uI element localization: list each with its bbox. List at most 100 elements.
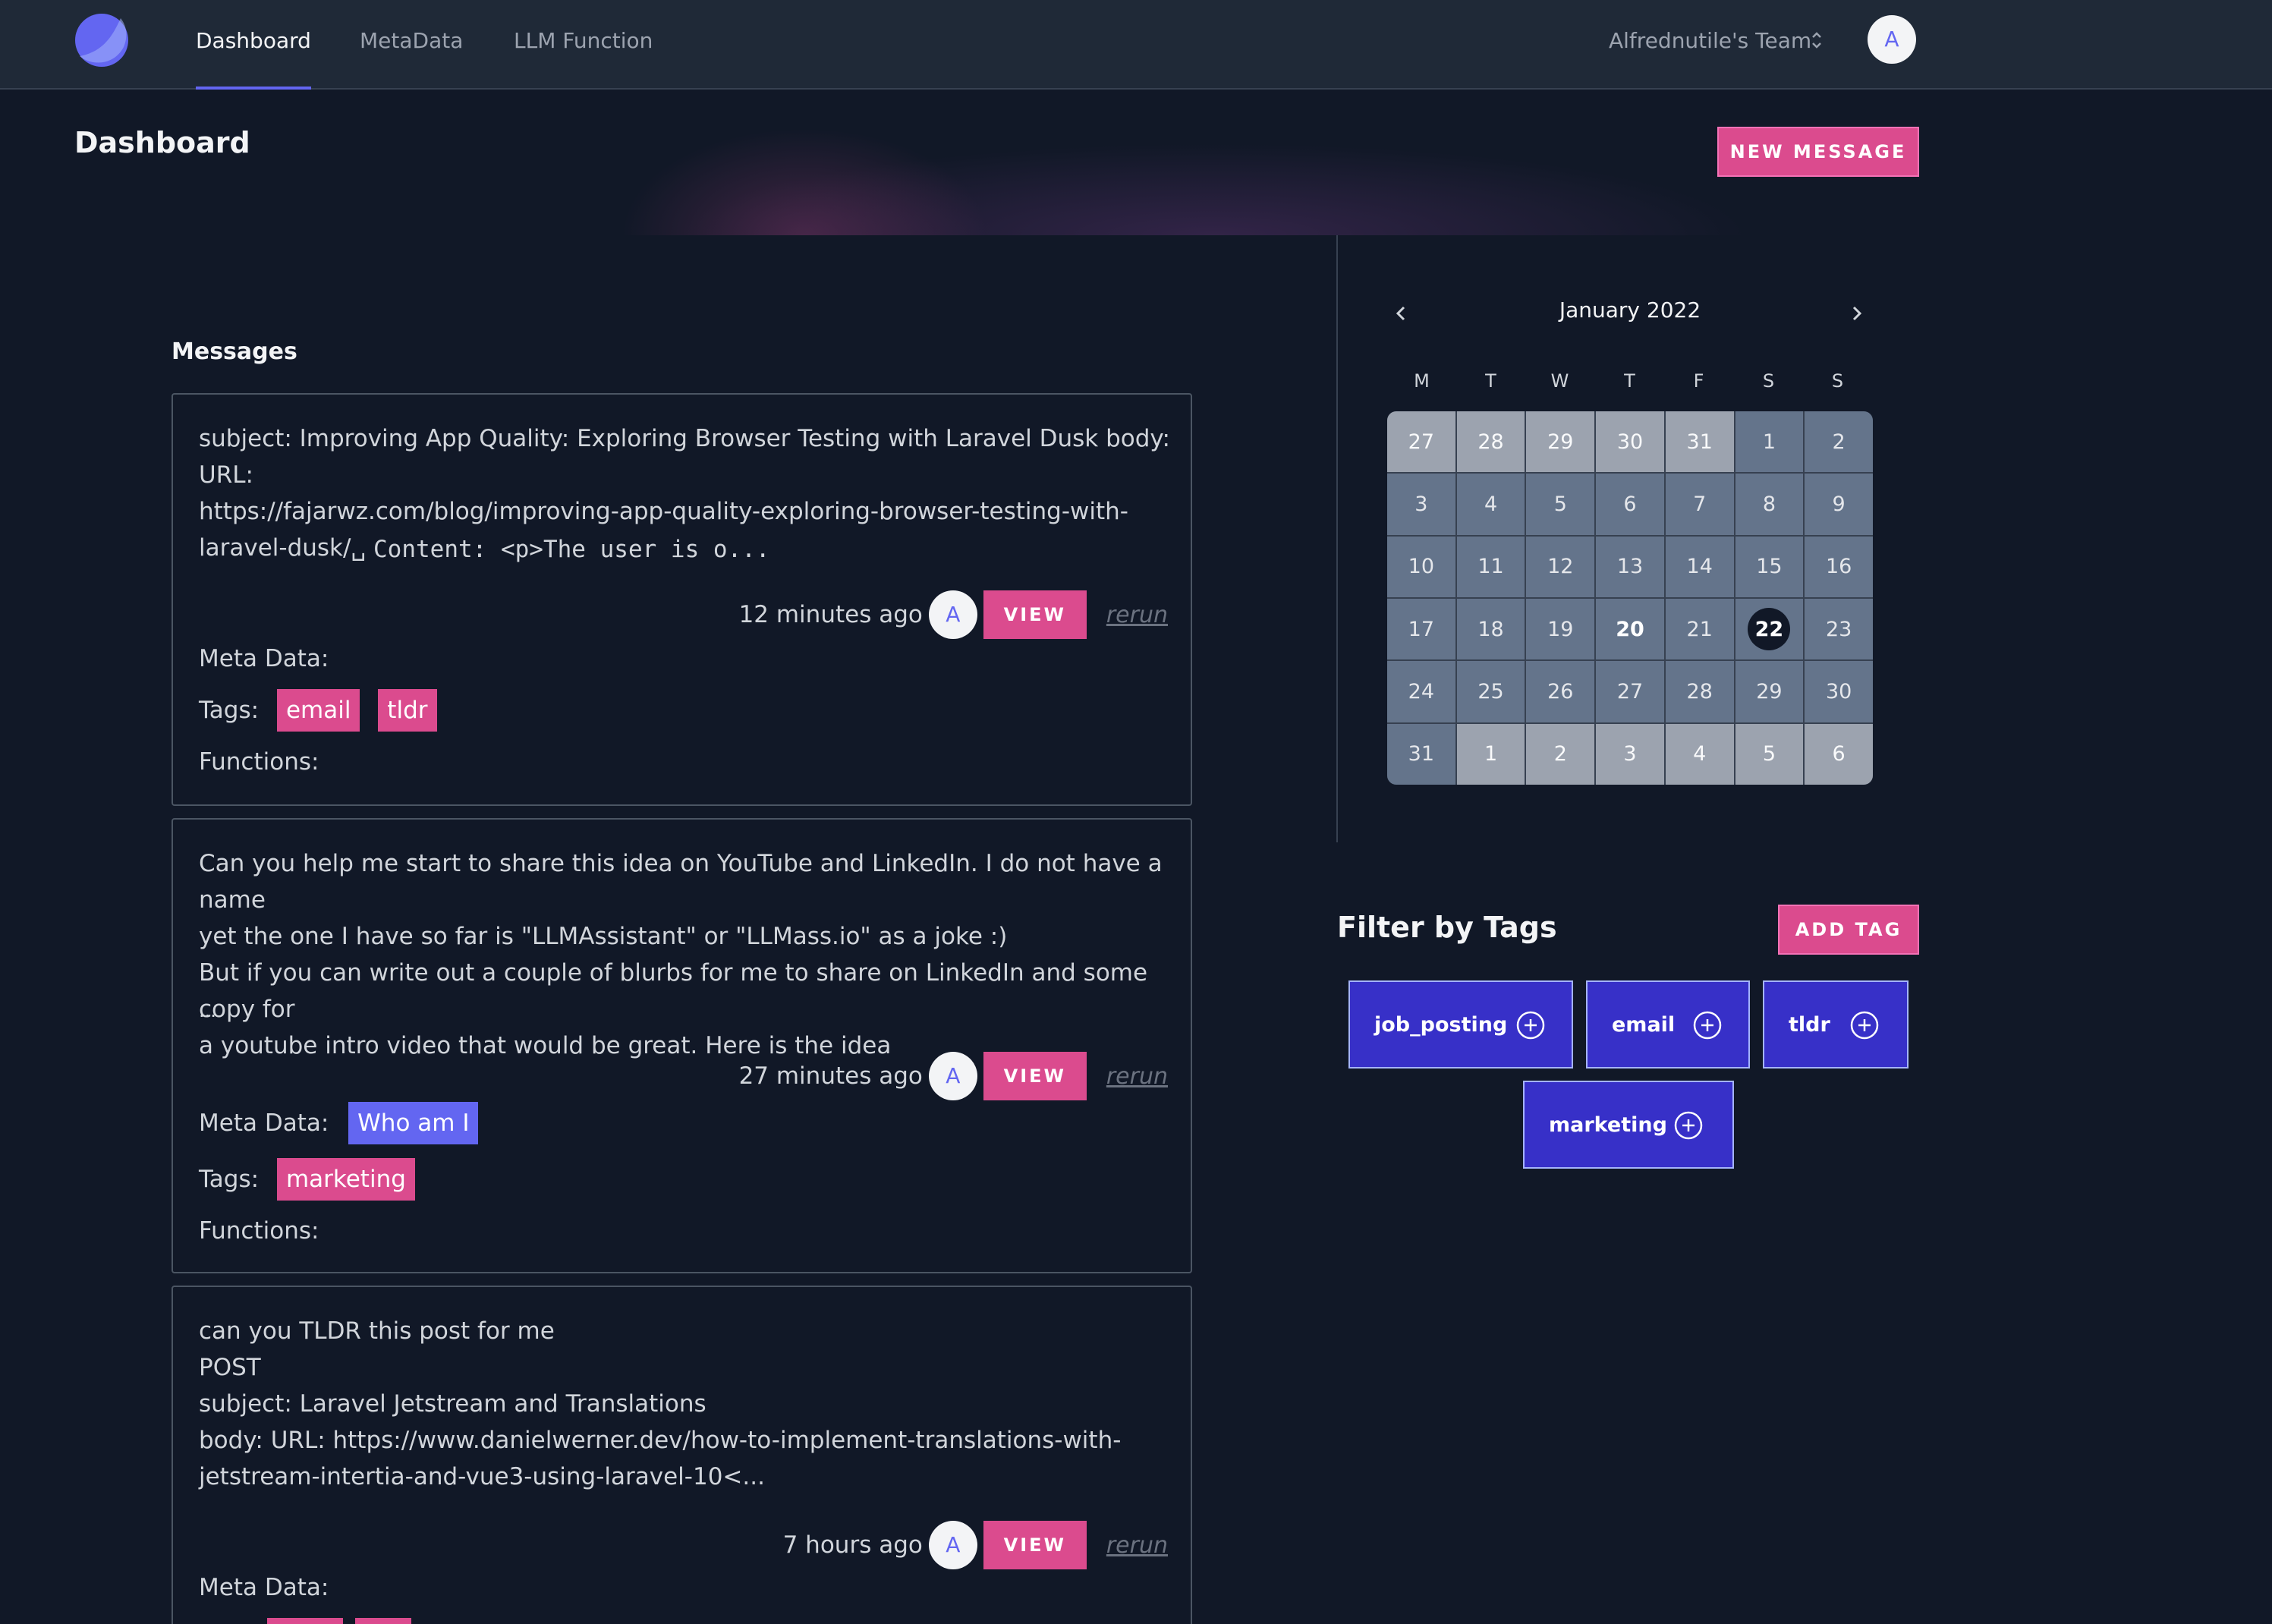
- filter-tag-job-posting[interactable]: job_posting: [1348, 980, 1573, 1069]
- tag-chip[interactable]: [355, 1618, 411, 1624]
- filter-tag-label: email: [1612, 1012, 1676, 1037]
- column-divider: [1336, 235, 1338, 842]
- calendar-day[interactable]: 17: [1387, 599, 1455, 660]
- tag-chip[interactable]: [267, 1618, 343, 1624]
- calendar-day[interactable]: 18: [1456, 599, 1525, 660]
- calendar-day[interactable]: 27: [1596, 661, 1664, 722]
- rerun-link[interactable]: rerun: [1106, 1532, 1168, 1559]
- calendar-day[interactable]: 16: [1805, 536, 1873, 597]
- calendar-day[interactable]: 20: [1596, 599, 1664, 660]
- avatar: A: [928, 1521, 977, 1569]
- calendar-day[interactable]: 1: [1735, 411, 1804, 473]
- plus-circle-icon[interactable]: [1849, 1010, 1880, 1040]
- calendar-day[interactable]: 11: [1456, 536, 1525, 597]
- rerun-link[interactable]: rerun: [1106, 1063, 1168, 1090]
- meta-data-label: Meta Data:: [199, 1574, 329, 1601]
- filter-tag-email[interactable]: email: [1586, 980, 1750, 1069]
- message-card: Can you help me start to share this idea…: [172, 818, 1192, 1273]
- day-of-week-label: S: [1831, 370, 1844, 392]
- calendar-day[interactable]: 23: [1805, 599, 1873, 660]
- calendar-day[interactable]: 4: [1456, 474, 1525, 535]
- calendar-day[interactable]: 26: [1526, 661, 1595, 722]
- plus-circle-icon[interactable]: [1515, 1010, 1546, 1040]
- calendar-day[interactable]: 15: [1735, 536, 1804, 597]
- filter-tag-marketing[interactable]: marketing: [1523, 1081, 1734, 1169]
- calendar-day[interactable]: 27: [1387, 411, 1455, 473]
- day-of-week-label: T: [1624, 370, 1635, 392]
- calendar-day[interactable]: 13: [1596, 536, 1664, 597]
- message-time: 27 minutes ago: [738, 1062, 923, 1090]
- calendar-day[interactable]: 2: [1805, 411, 1873, 473]
- functions-label: Functions:: [199, 748, 319, 776]
- view-button[interactable]: VIEW: [983, 590, 1087, 639]
- calendar-day[interactable]: 2: [1526, 723, 1595, 785]
- calendar-day[interactable]: 31: [1387, 723, 1455, 785]
- nav-metadata[interactable]: MetaData: [360, 0, 463, 90]
- calendar-day[interactable]: 6: [1805, 723, 1873, 785]
- calendar-day[interactable]: 24: [1387, 661, 1455, 722]
- chevron-left-icon[interactable]: [1390, 302, 1413, 325]
- app-logo-icon[interactable]: [74, 12, 130, 68]
- tag-chip-tldr[interactable]: tldr: [378, 689, 437, 732]
- meta-data-label: Meta Data:: [199, 1109, 329, 1137]
- tag-chip-email[interactable]: email: [276, 689, 360, 732]
- calendar-day[interactable]: 25: [1456, 661, 1525, 722]
- calendar-day[interactable]: 30: [1596, 411, 1664, 473]
- view-button[interactable]: VIEW: [983, 1521, 1087, 1569]
- calendar-day[interactable]: 3: [1387, 474, 1455, 535]
- day-of-week-label: T: [1485, 370, 1496, 392]
- calendar-day[interactable]: 19: [1526, 599, 1595, 660]
- calendar-day[interactable]: 28: [1456, 411, 1525, 473]
- message-card: can you TLDR this post for me POST subje…: [172, 1286, 1192, 1624]
- day-of-week-label: W: [1550, 370, 1569, 392]
- day-of-week-label: F: [1693, 370, 1704, 392]
- user-avatar[interactable]: A: [1868, 15, 1916, 64]
- calendar-day[interactable]: 9: [1805, 474, 1873, 535]
- top-navigation: Dashboard MetaData LLM Function Alfrednu…: [0, 0, 2272, 90]
- calendar-day[interactable]: 22: [1735, 599, 1804, 660]
- nav-llm-function[interactable]: LLM Function: [514, 0, 653, 90]
- calendar-day[interactable]: 31: [1665, 411, 1734, 473]
- page-title: Dashboard: [74, 126, 250, 159]
- plus-circle-icon[interactable]: [1692, 1010, 1723, 1040]
- day-of-week-label: M: [1414, 370, 1430, 392]
- calendar-day[interactable]: 3: [1596, 723, 1664, 785]
- calendar-day[interactable]: 5: [1735, 723, 1804, 785]
- calendar-selected-day[interactable]: 22: [1748, 608, 1791, 651]
- message-actions: 27 minutes ago A VIEW rerun: [739, 1052, 1168, 1100]
- calendar-day[interactable]: 10: [1387, 536, 1455, 597]
- message-time: 7 hours ago: [782, 1531, 923, 1559]
- view-button[interactable]: VIEW: [983, 1052, 1087, 1100]
- chevron-right-icon[interactable]: [1845, 302, 1868, 325]
- new-message-button[interactable]: NEW MESSAGE: [1717, 127, 1919, 177]
- tags-label: Tags:: [199, 1166, 260, 1193]
- calendar-day[interactable]: 5: [1526, 474, 1595, 535]
- rerun-link[interactable]: rerun: [1106, 602, 1168, 628]
- tag-chip-marketing[interactable]: marketing: [276, 1158, 415, 1201]
- team-switcher[interactable]: Alfrednutile's Team: [1609, 0, 1811, 82]
- message-ellipsis: ...: [199, 1000, 216, 1021]
- calendar-day[interactable]: 7: [1665, 474, 1734, 535]
- meta-chip-who-am-i[interactable]: Who am I: [348, 1102, 479, 1144]
- plus-circle-icon[interactable]: [1673, 1110, 1704, 1141]
- calendar-day[interactable]: 14: [1665, 536, 1734, 597]
- calendar-day[interactable]: 21: [1665, 599, 1734, 660]
- calendar-day[interactable]: 12: [1526, 536, 1595, 597]
- calendar-day[interactable]: 1: [1456, 723, 1525, 785]
- calendar-day[interactable]: 29: [1735, 661, 1804, 722]
- calendar-day[interactable]: 6: [1596, 474, 1664, 535]
- calendar-day[interactable]: 29: [1526, 411, 1595, 473]
- calendar-day[interactable]: 28: [1665, 661, 1734, 722]
- message-actions: 12 minutes ago A VIEW rerun: [739, 590, 1168, 639]
- chevron-up-down-icon[interactable]: [1809, 29, 1824, 52]
- calendar-day[interactable]: 8: [1735, 474, 1804, 535]
- nav-dashboard[interactable]: Dashboard: [196, 0, 311, 90]
- message-card: subject: Improving App Quality: Explorin…: [172, 393, 1192, 806]
- message-time: 12 minutes ago: [738, 601, 923, 628]
- add-tag-button[interactable]: ADD TAG: [1778, 905, 1919, 955]
- calendar-day[interactable]: 30: [1805, 661, 1873, 722]
- tags-label: Tags:: [199, 697, 260, 724]
- filter-tag-label: tldr: [1789, 1012, 1830, 1037]
- calendar-day[interactable]: 4: [1665, 723, 1734, 785]
- filter-tag-tldr[interactable]: tldr: [1763, 980, 1909, 1069]
